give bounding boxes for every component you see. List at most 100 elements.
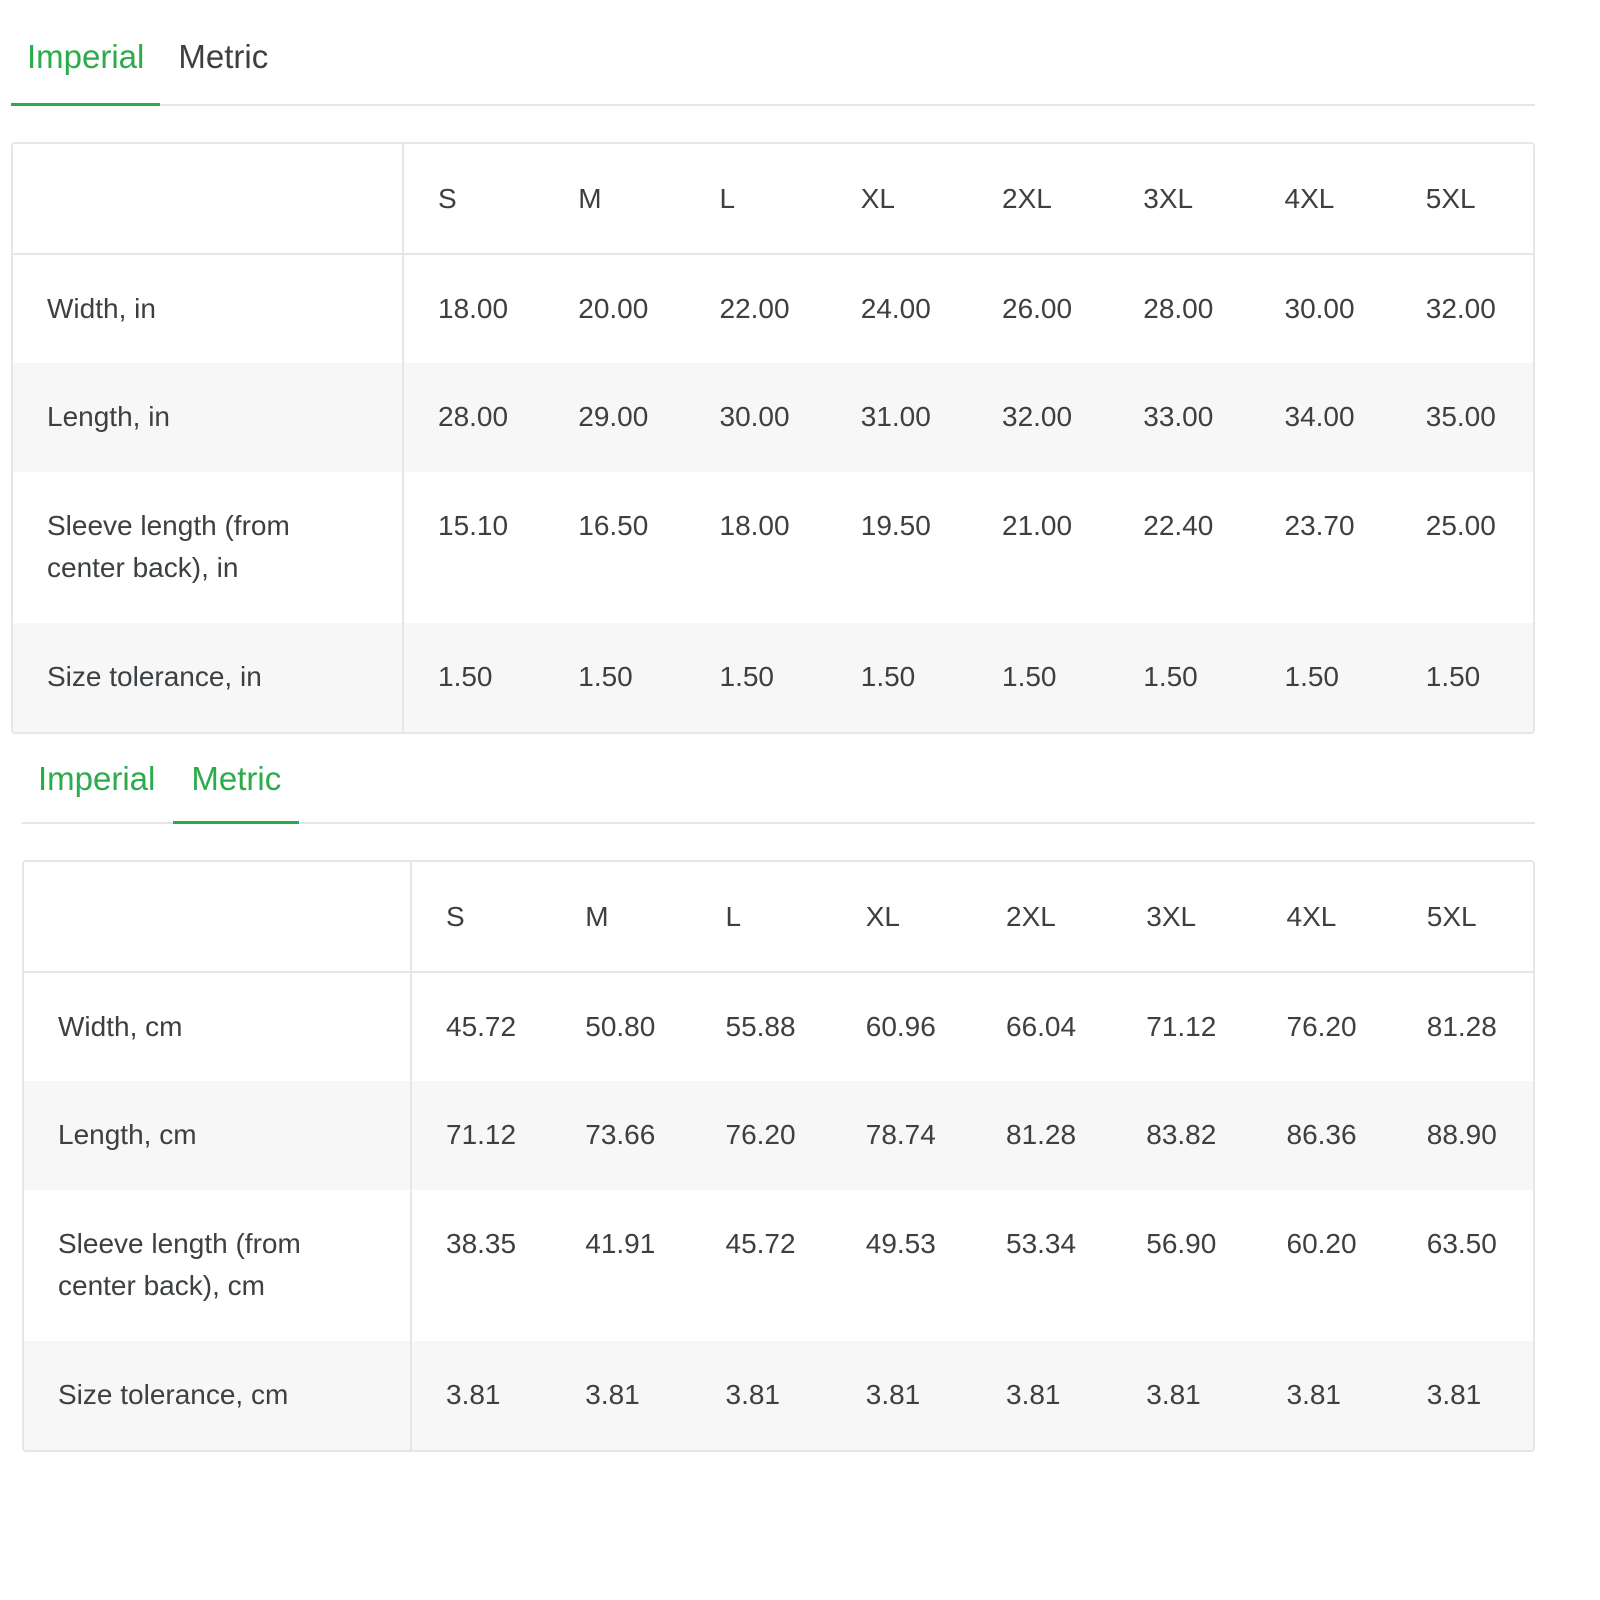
- size-chart-table-metric: S M L XL 2XL 3XL 4XL 5XL Width, cm 45.72…: [22, 860, 1535, 1452]
- measurement-value: 50.80: [585, 1011, 656, 1042]
- measurement-value: 21.00: [1002, 510, 1073, 541]
- table-row: Width, cm 45.72 50.80 55.88 60.96 66.04 …: [24, 972, 1533, 1081]
- measurement-value: 34.00: [1284, 401, 1355, 432]
- size-header: L: [725, 900, 742, 932]
- measurement-value: 60.96: [865, 1011, 936, 1042]
- measurement-value: 60.20: [1286, 1228, 1357, 1259]
- measurement-value: 45.72: [446, 1011, 517, 1042]
- measurement-value: 81.28: [1426, 1011, 1497, 1042]
- measurement-value: 22.40: [1143, 510, 1214, 541]
- measurement-value: 83.82: [1146, 1119, 1217, 1150]
- measurement-value: 30.00: [1284, 293, 1355, 324]
- measurement-value: 1.50: [1002, 661, 1057, 692]
- measurement-value: 18.00: [719, 510, 790, 541]
- measurement-value: 15.10: [438, 510, 509, 541]
- measurement-value: 1.50: [438, 661, 493, 692]
- size-header: 5XL: [1425, 182, 1476, 214]
- measurement-value: 76.20: [725, 1119, 796, 1150]
- table-row: Length, in 28.00 29.00 30.00 31.00 32.00…: [13, 363, 1533, 472]
- measurement-value: 28.00: [438, 401, 509, 432]
- size-header: 3XL: [1143, 182, 1194, 214]
- tab-metric[interactable]: Metric: [160, 22, 284, 104]
- measurement-value: 66.04: [1006, 1011, 1077, 1042]
- size-header: 4XL: [1284, 182, 1335, 214]
- measurement-value: 1.50: [578, 661, 633, 692]
- size-header: 2XL: [1006, 900, 1056, 932]
- imperial-size-panel: Imperial Metric S M L XL 2XL 3XL 4XL 5XL: [11, 22, 1535, 734]
- measurement-value: 86.36: [1286, 1119, 1357, 1150]
- measurement-label: Sleeve length (from center back), cm: [24, 1190, 412, 1341]
- measurement-value: 23.70: [1284, 510, 1355, 541]
- measurement-value: 28.00: [1143, 293, 1214, 324]
- measurement-label: Width, in: [13, 254, 404, 363]
- measurement-value: 33.00: [1143, 401, 1214, 432]
- size-header-row: S M L XL 2XL 3XL 4XL 5XL: [13, 144, 1533, 254]
- measurement-value: 30.00: [719, 401, 790, 432]
- measurement-value: 1.50: [1425, 661, 1481, 692]
- size-header-row: S M L XL 2XL 3XL 4XL 5XL: [24, 862, 1533, 972]
- measurement-value: 31.00: [860, 401, 931, 432]
- measurement-value: 3.81: [1146, 1379, 1201, 1410]
- measurement-value: 63.50: [1426, 1228, 1497, 1259]
- measurement-value: 32.00: [1002, 401, 1073, 432]
- table-row: Sleeve length (from center back), in 15.…: [13, 472, 1533, 623]
- unit-tabs: Imperial Metric: [11, 22, 1535, 106]
- measurement-label: Width, cm: [24, 972, 412, 1081]
- size-header: S: [438, 182, 457, 214]
- table-corner-cell: [13, 144, 404, 254]
- measurement-value: 78.74: [865, 1119, 936, 1150]
- measurement-label: Length, cm: [24, 1081, 412, 1190]
- measurement-value: 32.00: [1425, 293, 1496, 324]
- table-row: Width, in 18.00 20.00 22.00 24.00 26.00 …: [13, 254, 1533, 363]
- measurement-value: 3.81: [725, 1379, 781, 1410]
- size-header: L: [719, 182, 736, 214]
- tab-imperial[interactable]: Imperial: [22, 740, 173, 822]
- size-chart-table-imperial: S M L XL 2XL 3XL 4XL 5XL Width, in 18.00…: [11, 142, 1535, 734]
- measurement-value: 1.50: [1143, 661, 1198, 692]
- measurement-value: 1.50: [1284, 661, 1340, 692]
- tab-metric[interactable]: Metric: [173, 740, 300, 824]
- unit-tabs: Imperial Metric: [22, 740, 1535, 824]
- size-header: S: [446, 900, 465, 932]
- measurement-value: 71.12: [446, 1119, 517, 1150]
- measurement-value: 38.35: [446, 1228, 517, 1259]
- measurement-value: 41.91: [585, 1228, 656, 1259]
- measurement-label: Length, in: [13, 363, 404, 472]
- measurement-value: 16.50: [578, 510, 649, 541]
- measurement-value: 3.81: [585, 1379, 640, 1410]
- measurement-value: 55.88: [725, 1011, 796, 1042]
- size-header: XL: [865, 900, 900, 932]
- table-row: Length, cm 71.12 73.66 76.20 78.74 81.28…: [24, 1081, 1533, 1190]
- measurement-value: 29.00: [578, 401, 649, 432]
- measurement-value: 45.72: [725, 1228, 796, 1259]
- size-header: M: [585, 900, 609, 932]
- measurement-value: 3.81: [1426, 1379, 1482, 1410]
- table-row: Size tolerance, cm 3.81 3.81 3.81 3.81 3…: [24, 1341, 1533, 1450]
- size-header: XL: [860, 182, 895, 214]
- size-header: 4XL: [1286, 900, 1337, 932]
- measurement-value: 1.50: [860, 661, 916, 692]
- measurement-value: 53.34: [1006, 1228, 1077, 1259]
- measurement-value: 20.00: [578, 293, 649, 324]
- size-header: M: [578, 182, 602, 214]
- measurement-value: 24.00: [860, 293, 931, 324]
- measurement-value: 3.81: [865, 1379, 921, 1410]
- measurement-value: 56.90: [1146, 1228, 1217, 1259]
- table-corner-cell: [24, 862, 412, 972]
- size-header: 5XL: [1426, 900, 1477, 932]
- measurement-value: 71.12: [1146, 1011, 1217, 1042]
- tab-imperial[interactable]: Imperial: [11, 22, 161, 106]
- measurement-value: 18.00: [438, 293, 509, 324]
- measurement-label: Size tolerance, cm: [24, 1341, 412, 1450]
- measurement-value: 1.50: [719, 661, 775, 692]
- measurement-label: Size tolerance, in: [13, 623, 404, 732]
- measurement-value: 88.90: [1426, 1119, 1497, 1150]
- size-header: 3XL: [1146, 900, 1197, 932]
- measurement-value: 81.28: [1006, 1119, 1077, 1150]
- table-row: Sleeve length (from center back), cm 38.…: [24, 1190, 1533, 1341]
- measurement-value: 19.50: [860, 510, 931, 541]
- measurement-value: 22.00: [719, 293, 790, 324]
- measurement-value: 25.00: [1425, 510, 1496, 541]
- measurement-value: 35.00: [1425, 401, 1496, 432]
- metric-size-panel: Imperial Metric S M L XL 2XL 3XL 4XL 5XL: [22, 740, 1535, 1452]
